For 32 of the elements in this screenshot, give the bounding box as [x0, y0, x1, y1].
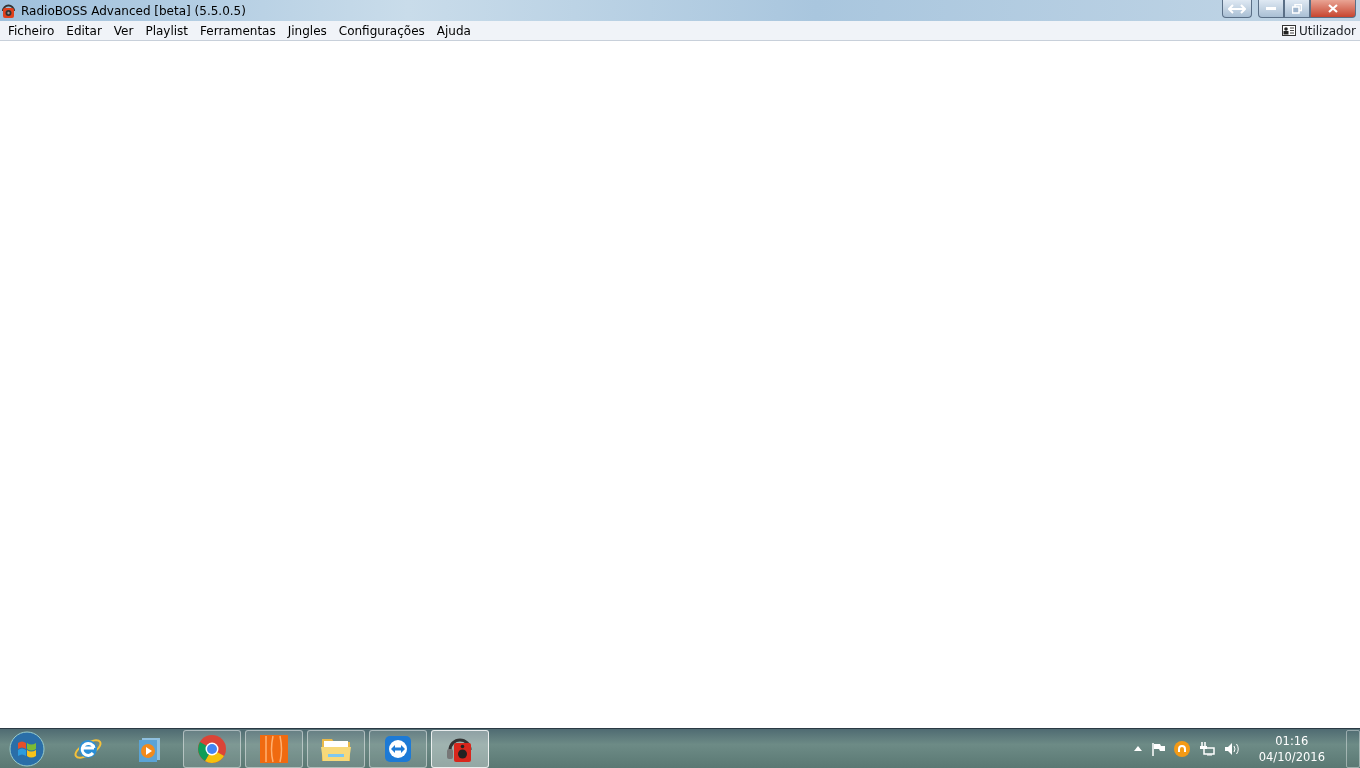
menu-item[interactable]: Ferramentas: [194, 21, 282, 40]
menu-item[interactable]: Playlist: [139, 21, 195, 40]
flag-icon[interactable]: [1150, 741, 1165, 756]
network-icon[interactable]: [1198, 741, 1215, 756]
restore-icon: [1292, 3, 1302, 14]
app-logo-icon: [0, 2, 17, 19]
circle-logo-icon[interactable]: [1173, 740, 1190, 757]
show-desktop-button[interactable]: [1346, 729, 1360, 768]
minimize-icon: [1266, 6, 1276, 11]
start-button[interactable]: [7, 729, 47, 768]
menu-item[interactable]: Ajuda: [430, 21, 477, 40]
window-title: RadioBOSS Advanced [beta] (5.5.0.5): [21, 2, 246, 20]
striped-tile-icon: [259, 733, 289, 764]
menu-item[interactable]: Configurações: [332, 21, 431, 40]
browser-circle-icon: [197, 733, 227, 764]
menu-item[interactable]: Ver: [107, 21, 140, 40]
taskbar-app-button[interactable]: [431, 729, 489, 768]
close-button[interactable]: [1310, 0, 1356, 18]
user-card-icon: [1281, 25, 1296, 36]
menu-item[interactable]: Editar: [60, 21, 108, 40]
user-label[interactable]: Utilizador: [1298, 21, 1356, 40]
show-hidden-icons-icon[interactable]: [1133, 746, 1142, 751]
resize-button[interactable]: [1222, 0, 1252, 18]
speaker-volume-icon[interactable]: [1223, 741, 1240, 756]
double-arrow-icon: [1228, 3, 1246, 14]
menu-item[interactable]: Jingles: [281, 21, 333, 40]
clock-time[interactable]: 01:16: [1258, 732, 1325, 749]
minimize-button[interactable]: [1258, 0, 1284, 18]
clock-date[interactable]: 04/10/2016: [1258, 748, 1325, 765]
close-icon: [1328, 4, 1338, 13]
menu-item[interactable]: Ficheiro: [2, 21, 61, 40]
restore-button[interactable]: [1284, 0, 1310, 18]
